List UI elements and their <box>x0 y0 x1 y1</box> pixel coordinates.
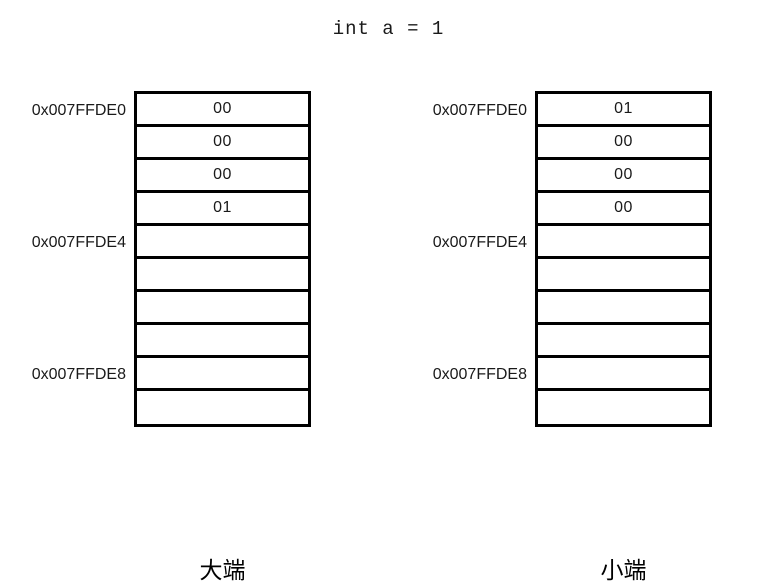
memory-cell <box>137 358 308 391</box>
memory-cell: 00 <box>137 94 308 127</box>
memory-cell: 00 <box>538 160 709 193</box>
memory-cell-value: 00 <box>213 133 232 150</box>
memory-cell <box>137 391 308 424</box>
memory-cell <box>538 325 709 358</box>
memory-cell-value: 00 <box>614 166 633 183</box>
memory-cell <box>137 226 308 259</box>
memory-cell: 01 <box>137 193 308 226</box>
memory-cell <box>538 259 709 292</box>
memory-cell <box>137 292 308 325</box>
address-label: 0x007FFDE4 <box>432 234 527 251</box>
memory-cell: 00 <box>137 160 308 193</box>
endianness-caption-little: 小端 <box>600 557 647 583</box>
address-label: 0x007FFDE4 <box>31 234 126 251</box>
memory-cell-column: 00 00 00 01 <box>134 91 311 427</box>
memory-cell: 00 <box>538 193 709 226</box>
memory-cell <box>538 391 709 424</box>
memory-cell: 01 <box>538 94 709 127</box>
memory-cell-value: 00 <box>213 166 232 183</box>
address-label: 0x007FFDE8 <box>432 366 527 383</box>
memory-cell-value: 00 <box>614 199 633 216</box>
memory-cell-value: 01 <box>213 199 232 216</box>
memory-cell-value: 00 <box>614 133 633 150</box>
memory-cell-value: 00 <box>213 100 232 117</box>
memory-cell-column: 01 00 00 00 <box>535 91 712 427</box>
memory-cell <box>137 325 308 358</box>
memory-cell: 00 <box>137 127 308 160</box>
memory-cell: 00 <box>538 127 709 160</box>
memory-cell <box>538 358 709 391</box>
memory-cell-value: 01 <box>614 100 633 117</box>
address-label: 0x007FFDE0 <box>432 102 527 119</box>
memory-cell <box>538 292 709 325</box>
address-label: 0x007FFDE8 <box>31 366 126 383</box>
address-label: 0x007FFDE0 <box>31 102 126 119</box>
memory-cell <box>137 259 308 292</box>
endianness-caption-big: 大端 <box>199 557 246 583</box>
page-title: int a = 1 <box>332 18 445 40</box>
memory-cell <box>538 226 709 259</box>
